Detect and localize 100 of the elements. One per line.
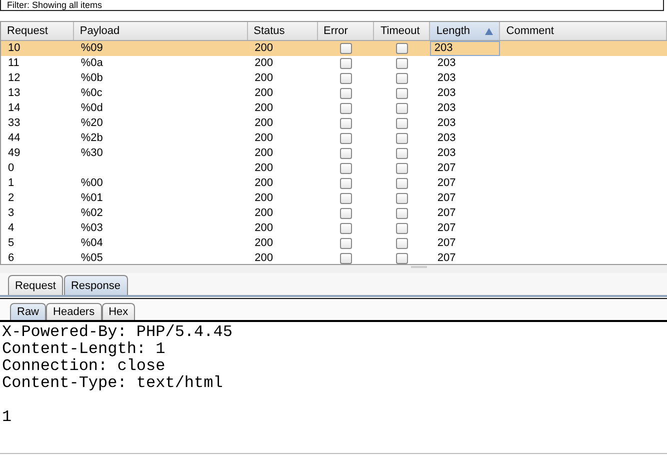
response-header-line: X-Powered-By: PHP/5.4.45 — [2, 324, 234, 341]
checkbox[interactable] — [396, 88, 408, 99]
checkbox[interactable] — [340, 133, 352, 144]
response-header-line: Connection: close — [2, 358, 166, 375]
checkbox[interactable] — [340, 148, 352, 159]
table-row[interactable]: 5 %04 200 207 — [1, 236, 667, 251]
checkbox[interactable] — [396, 58, 408, 69]
table-cell: 4 — [8, 221, 14, 236]
checkbox[interactable] — [340, 163, 352, 174]
column-header[interactable]: Error — [318, 22, 374, 40]
column-header[interactable]: Status — [248, 22, 318, 40]
checkbox[interactable] — [340, 88, 352, 99]
tab[interactable]: Hex — [102, 303, 136, 320]
column-header[interactable]: Payload — [74, 22, 248, 40]
table-cell: %03 — [80, 221, 103, 236]
table-cell: %0b — [80, 71, 103, 86]
table-row[interactable]: 14 %0d 200 203 — [1, 101, 667, 116]
table-row[interactable]: 11 %0a 200 203 — [1, 56, 667, 71]
table-cell: 200 — [254, 146, 273, 161]
table-row[interactable]: 13 %0c 200 203 — [1, 86, 667, 101]
checkbox[interactable] — [396, 238, 408, 249]
checkbox[interactable] — [340, 118, 352, 129]
checkbox[interactable] — [340, 178, 352, 189]
table-cell: 200 — [254, 161, 273, 176]
table-cell: 3 — [8, 206, 14, 221]
table-cell: %01 — [80, 191, 103, 206]
checkbox[interactable] — [340, 253, 352, 264]
table-row[interactable]: 49 %30 200 203 — [1, 146, 667, 161]
table-row[interactable]: 44 %2b 200 203 — [1, 131, 667, 146]
checkbox[interactable] — [396, 253, 408, 264]
table-cell: 203 — [437, 131, 456, 146]
table-cell: 200 — [254, 236, 273, 251]
table-cell: 207 — [437, 206, 456, 221]
table-cell: %2b — [80, 131, 103, 146]
response-text-area[interactable]: X-Powered-By: PHP/5.4.45 Content-Length: 1 Connection: close Content-Type: text/html 1 — [0, 320, 667, 454]
column-header[interactable]: Request — [1, 22, 74, 40]
tab[interactable]: Request — [8, 275, 63, 295]
table-cell: 200 — [254, 251, 273, 264]
checkbox[interactable] — [340, 43, 352, 54]
table-cell: 0 — [8, 161, 14, 176]
checkbox[interactable] — [396, 118, 408, 129]
table-cell: 207 — [437, 161, 456, 176]
table-cell: 33 — [8, 116, 20, 131]
table-row[interactable]: 3 %02 200 207 — [1, 206, 667, 221]
table-cell: 203 — [437, 56, 456, 71]
table-cell: 207 — [437, 236, 456, 251]
table-cell: 203 — [437, 71, 456, 86]
table-cell: %04 — [80, 236, 103, 251]
checkbox[interactable] — [396, 43, 408, 54]
checkbox[interactable] — [396, 148, 408, 159]
checkbox[interactable] — [396, 208, 408, 219]
table-row[interactable]: 6 %05 200 207 — [1, 251, 667, 264]
table-row[interactable]: 2 %01 200 207 — [1, 191, 667, 206]
table-cell: 200 — [254, 116, 273, 131]
table-cell: %0c — [80, 86, 102, 101]
response-header-line: Content-Length: 1 — [2, 341, 166, 358]
table-cell: 1 — [8, 176, 14, 191]
checkbox[interactable] — [396, 163, 408, 174]
table-cell: 11 — [8, 56, 20, 71]
tab[interactable]: Raw — [10, 303, 46, 320]
filter-bar[interactable]: Filter: Showing all items — [0, 0, 664, 11]
checkbox[interactable] — [340, 103, 352, 114]
table-row[interactable]: 1 %00 200 207 — [1, 176, 667, 191]
table-cell: 200 — [254, 206, 273, 221]
table-cell: %00 — [80, 176, 103, 191]
checkbox[interactable] — [396, 103, 408, 114]
tab[interactable]: Response — [64, 275, 128, 295]
table-row[interactable]: 4 %03 200 207 — [1, 221, 667, 236]
table-cell: 207 — [437, 191, 456, 206]
table-cell: %0a — [80, 56, 103, 71]
column-header[interactable]: Length — [430, 22, 500, 40]
checkbox[interactable] — [340, 208, 352, 219]
checkbox[interactable] — [340, 58, 352, 69]
table-cell: %05 — [80, 251, 103, 264]
checkbox[interactable] — [396, 193, 408, 204]
checkbox[interactable] — [340, 73, 352, 84]
table-row[interactable]: 33 %20 200 203 — [1, 116, 667, 131]
checkbox[interactable] — [396, 73, 408, 84]
column-header[interactable]: Comment — [500, 22, 667, 40]
checkbox[interactable] — [396, 178, 408, 189]
table-cell: %20 — [80, 116, 103, 131]
table-cell: 200 — [254, 176, 273, 191]
table-row[interactable]: 12 %0b 200 203 — [1, 71, 667, 86]
checkbox[interactable] — [340, 193, 352, 204]
table-cell: 200 — [254, 221, 273, 236]
table-cell: %02 — [80, 206, 103, 221]
table-cell: %09 — [80, 41, 103, 56]
table-row[interactable]: 10 %09 200 203 — [1, 41, 667, 56]
checkbox[interactable] — [396, 223, 408, 234]
table-cell: 6 — [8, 251, 14, 264]
checkbox[interactable] — [340, 223, 352, 234]
table-row[interactable]: 0 200 207 — [1, 161, 667, 176]
table-cell: %30 — [80, 146, 103, 161]
split-handle[interactable] — [411, 266, 427, 268]
checkbox[interactable] — [396, 133, 408, 144]
checkbox[interactable] — [340, 238, 352, 249]
table-cell: 200 — [254, 101, 273, 116]
table-cell: 203 — [437, 116, 456, 131]
response-body-text: 1 — [2, 409, 13, 426]
tab[interactable]: Headers — [46, 303, 102, 320]
